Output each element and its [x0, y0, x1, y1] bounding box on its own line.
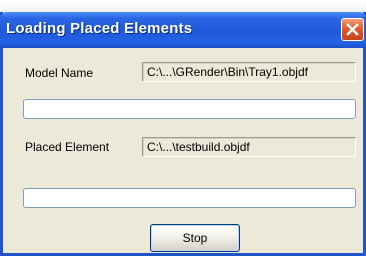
placed-element-label: Placed Element — [25, 140, 110, 154]
page: Loading Placed Elements Model Name C:\..… — [0, 0, 366, 264]
loading-dialog: Loading Placed Elements Model Name C:\..… — [0, 12, 366, 256]
placed-element-path: C:\...\testbuild.objdf — [142, 137, 356, 157]
desktop-background-bottom — [0, 256, 366, 264]
model-progress-bar — [23, 99, 356, 119]
close-button[interactable] — [341, 18, 364, 41]
desktop-background — [0, 0, 366, 12]
placed-progress-bar — [23, 188, 356, 208]
window-title: Loading Placed Elements — [6, 20, 193, 37]
model-name-label: Model Name — [25, 66, 94, 80]
stop-button[interactable]: Stop — [150, 224, 240, 252]
close-icon — [346, 23, 359, 36]
title-bar[interactable]: Loading Placed Elements — [0, 12, 366, 48]
model-name-path: C:\...\GRender\Bin\Tray1.objdf — [142, 62, 356, 82]
